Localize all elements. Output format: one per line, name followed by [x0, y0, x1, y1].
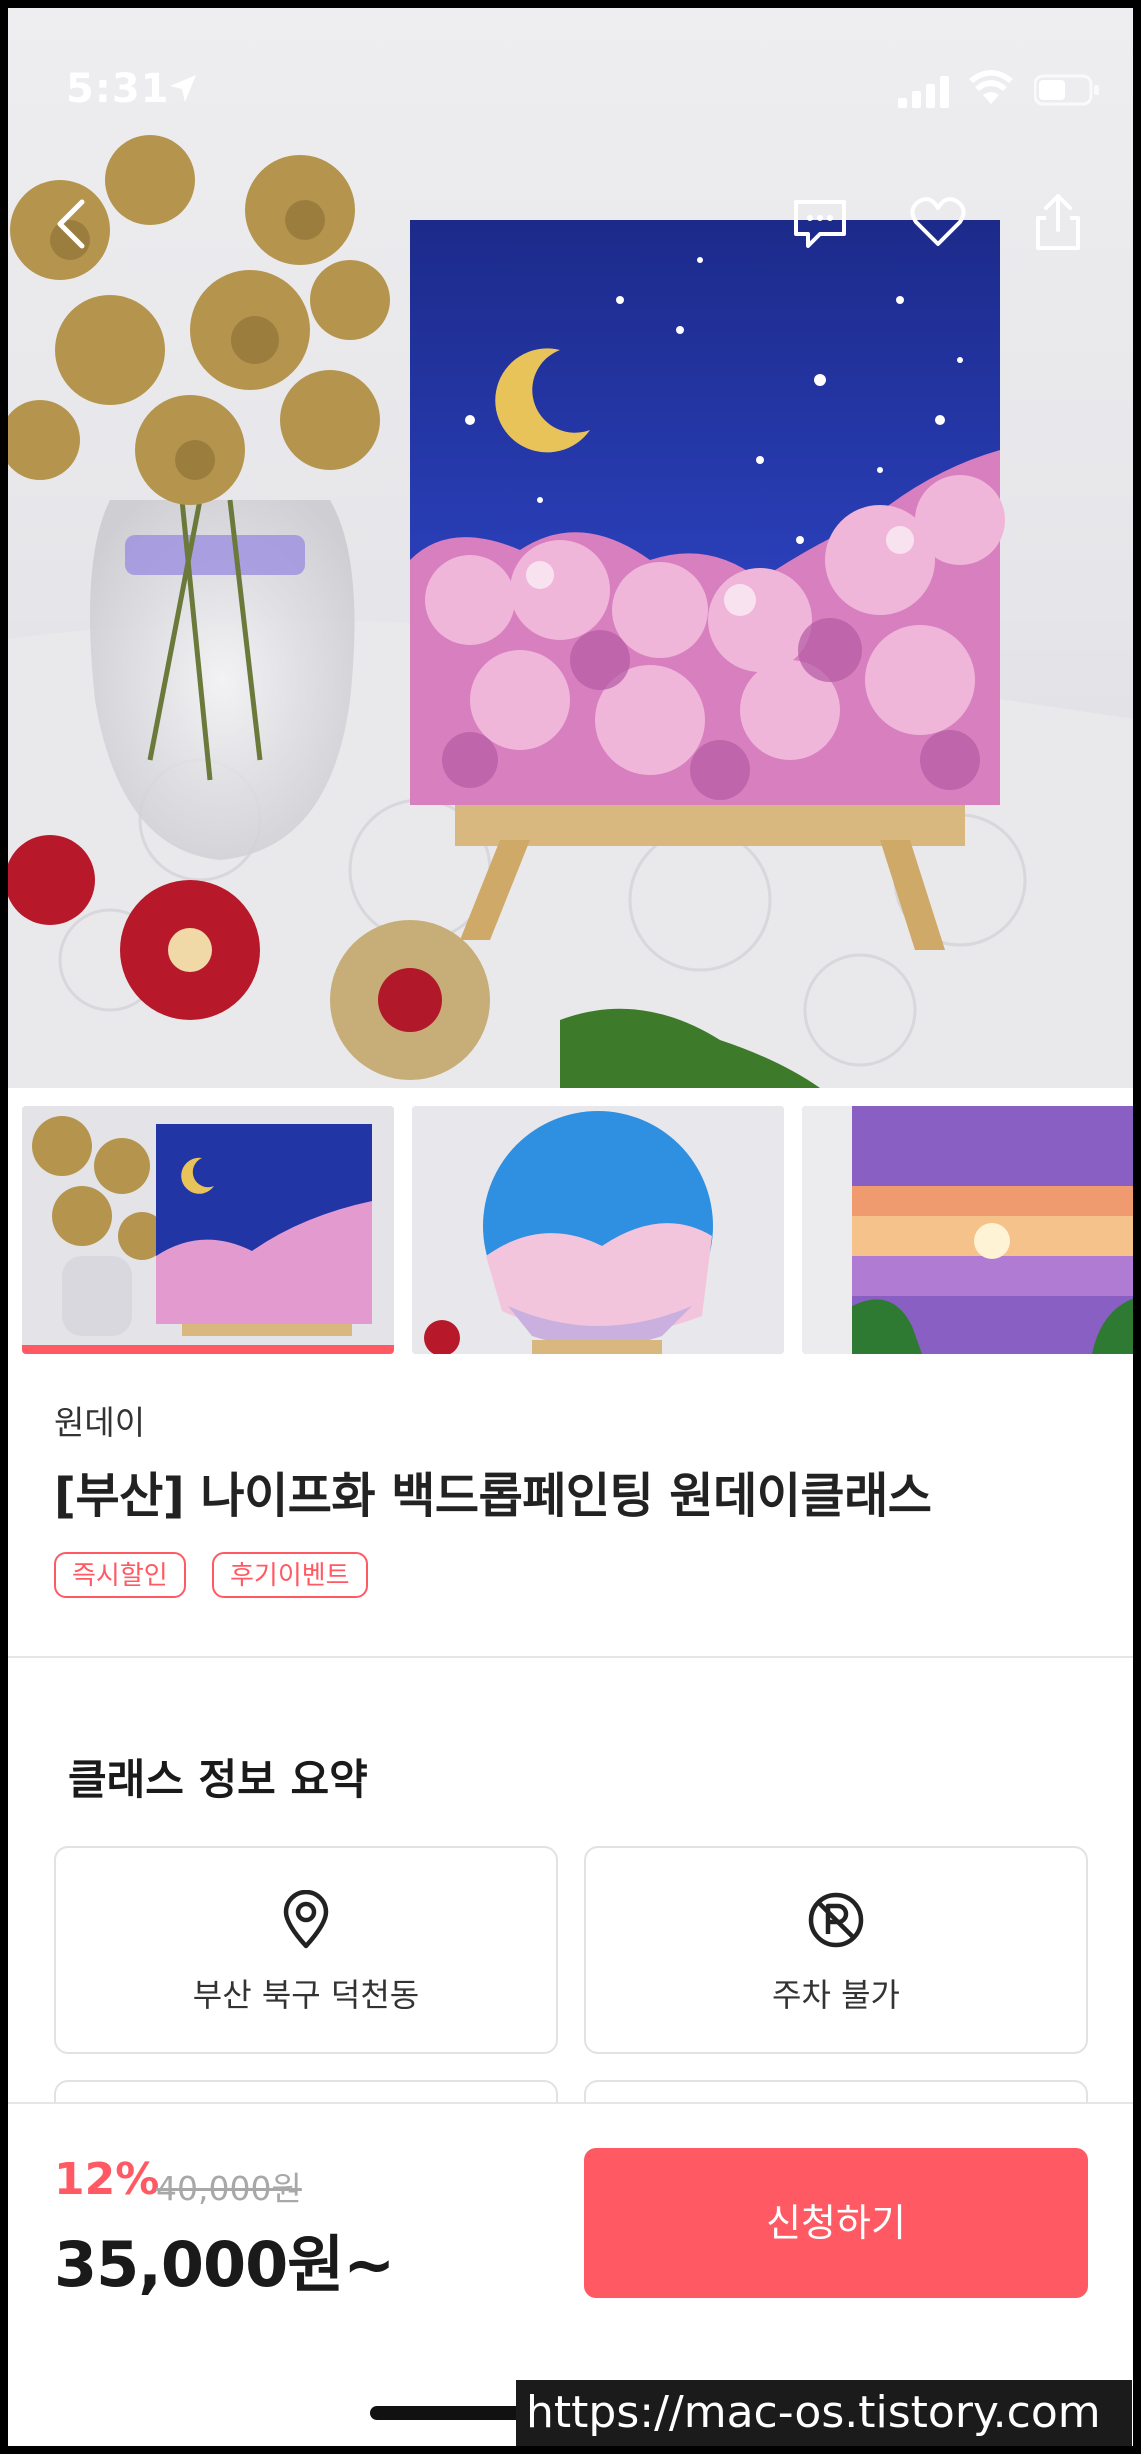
section-divider	[0, 1656, 1141, 1658]
thumbnail-1[interactable]	[22, 1106, 394, 1354]
active-thumbnail-indicator	[22, 1345, 394, 1354]
hero-painting-photo	[0, 135, 1141, 1088]
summary-section-title: 클래스 정보 요약	[68, 1755, 368, 1804]
status-time: 5:31	[66, 66, 170, 112]
chevron-left-icon	[57, 199, 85, 249]
original-price: 40,000원	[156, 2169, 302, 2208]
parking-card: 주차 불가	[584, 1846, 1088, 2054]
discount-rate: 12%	[54, 2154, 160, 2205]
location-arrow-icon	[166, 72, 200, 110]
location-card: 부산 북구 덕천동	[54, 1846, 558, 2054]
chat-button[interactable]	[790, 196, 850, 256]
share-icon	[1036, 194, 1080, 250]
location-pin-icon	[278, 1889, 334, 1954]
wifi-icon	[968, 70, 1014, 110]
chat-bubble-icon	[794, 200, 846, 248]
purchase-bar: 12% 40,000원 35,000원~ 신청하기 https://mac-os…	[0, 2102, 1141, 2456]
heart-icon	[910, 197, 966, 246]
sale-price: 35,000원~	[54, 2228, 395, 2301]
apply-button[interactable]: 신청하기	[584, 2148, 1088, 2298]
thumbnail-strip	[0, 1088, 1141, 1356]
thumbnail-2[interactable]	[412, 1106, 784, 1354]
status-bar: 5:31	[0, 0, 1141, 160]
cellular-signal-icon	[898, 76, 952, 112]
thumbnail-3[interactable]	[802, 1106, 1141, 1354]
no-parking-icon	[806, 1890, 866, 1954]
share-button[interactable]	[1032, 192, 1084, 256]
parking-label: 주차 불가	[772, 1976, 900, 2014]
location-label: 부산 북구 덕천동	[192, 1976, 420, 2014]
back-button[interactable]	[52, 196, 92, 256]
battery-icon	[1033, 74, 1100, 110]
product-title: [부산] 나이프화 백드롭페인팅 원데이클래스	[54, 1468, 932, 1524]
watermark-url: https://mac-os.tistory.com	[516, 2380, 1132, 2446]
wishlist-button[interactable]	[908, 194, 968, 254]
hero-image[interactable]	[0, 0, 1141, 1088]
product-category: 원데이	[54, 1403, 146, 1442]
tag-instant-discount: 즉시할인	[54, 1552, 186, 1598]
tag-review-event: 후기이벤트	[212, 1552, 368, 1598]
